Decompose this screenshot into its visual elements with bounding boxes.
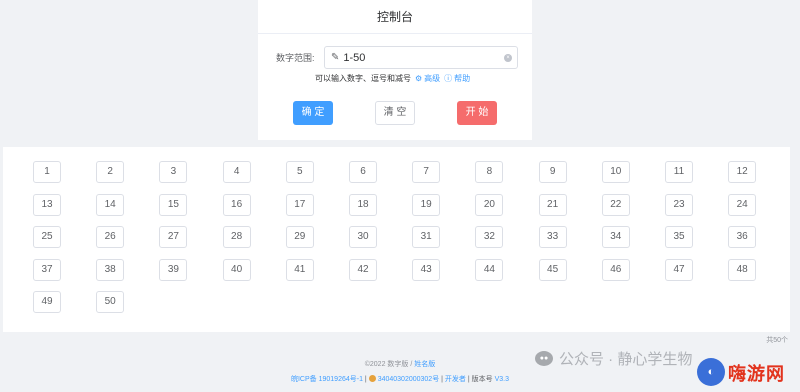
number-cell[interactable]: 38 <box>96 258 125 281</box>
number-cell[interactable]: 24 <box>728 193 757 216</box>
help-label: 帮助 <box>454 74 471 83</box>
watermark: ●● 公众号 · 静心学生物 <box>535 348 692 369</box>
help-link[interactable]: ⓘ 帮助 <box>444 73 470 84</box>
number-cell[interactable]: 11 <box>665 161 693 183</box>
name-version-link[interactable]: 姓名版 <box>414 361 435 368</box>
edit-icon: ✎ <box>331 52 340 63</box>
icp-link[interactable]: 皖ICP备 19019264号-1 <box>291 376 363 383</box>
number-cell[interactable]: 32 <box>475 226 504 249</box>
number-cell[interactable]: 33 <box>538 226 567 249</box>
number-cell[interactable]: 26 <box>96 226 125 249</box>
number-cell[interactable]: 8 <box>475 161 504 183</box>
start-button[interactable]: 开 始 <box>457 101 497 125</box>
number-cell[interactable]: 4 <box>222 161 251 183</box>
number-cell[interactable]: 39 <box>159 258 188 281</box>
number-cell[interactable]: 49 <box>33 291 61 314</box>
police-link[interactable]: 34040302000302号 <box>378 376 440 383</box>
police-badge-icon <box>368 375 376 382</box>
number-cell[interactable]: 35 <box>665 226 693 249</box>
wechat-icon: ●● <box>535 351 553 366</box>
number-cell[interactable]: 37 <box>33 258 61 281</box>
number-cell[interactable]: 23 <box>665 193 693 216</box>
number-cell[interactable]: 7 <box>412 161 441 183</box>
number-cell[interactable]: 44 <box>475 258 504 281</box>
input-hint: 可以输入数字、逗号和减号 ⚙ 高级 ⓘ 帮助 <box>315 73 470 84</box>
version-value: V3.3 <box>494 376 509 383</box>
developer-link[interactable]: 开发者 <box>445 376 466 383</box>
number-cell[interactable]: 50 <box>96 291 125 314</box>
number-cell[interactable]: 22 <box>601 193 630 216</box>
version-label: 版本号 <box>471 376 493 383</box>
number-cell[interactable]: 34 <box>601 226 630 249</box>
watermark-text: 公众号 · 静心学生物 <box>559 351 693 368</box>
copyright-text: ©2022 数字版 / <box>364 361 415 368</box>
number-cell[interactable]: 3 <box>159 161 188 183</box>
number-cell[interactable]: 20 <box>475 193 504 216</box>
number-cell[interactable]: 17 <box>285 193 314 216</box>
number-cell[interactable]: 21 <box>538 193 567 216</box>
number-cell[interactable]: 9 <box>538 161 567 183</box>
number-cell[interactable]: 45 <box>538 258 567 281</box>
number-cell[interactable]: 12 <box>728 161 757 183</box>
number-cell[interactable]: 16 <box>222 193 251 216</box>
number-cell[interactable]: 31 <box>412 226 441 249</box>
number-grid: 1 2 3 4 5 6 7 8 9 10 11 12 13 14 15 16 17 18 19 20 21 22 23 24 2… <box>3 147 790 332</box>
site-logo-icon: ◐ <box>697 358 725 386</box>
number-cell[interactable]: 14 <box>96 193 125 216</box>
control-panel: 控制台 数字范围: ✎ 1-50 × 可以输入数字、逗号和减号 ⚙ 高级 ⓘ 帮… <box>258 0 532 140</box>
range-label: 数字范围: <box>276 53 315 63</box>
footer-info: 皖ICP备 19019264号-1 | 34040302000302号 | 开发… <box>0 374 800 384</box>
number-cell[interactable]: 13 <box>33 193 61 216</box>
number-cell[interactable]: 40 <box>222 258 251 281</box>
number-cell[interactable]: 30 <box>349 226 377 249</box>
number-cell[interactable]: 27 <box>159 226 188 249</box>
number-cell[interactable]: 43 <box>412 258 441 281</box>
number-cell[interactable]: 19 <box>412 193 441 216</box>
number-cell[interactable]: 5 <box>285 161 314 183</box>
number-cell[interactable]: 42 <box>349 258 377 281</box>
number-cell[interactable]: 6 <box>349 161 377 183</box>
panel-title: 控制台 <box>258 0 532 34</box>
number-cell[interactable]: 18 <box>349 193 377 216</box>
range-input[interactable]: ✎ 1-50 × <box>324 46 518 69</box>
number-cell[interactable]: 10 <box>601 161 630 183</box>
number-cell[interactable]: 47 <box>665 258 693 281</box>
ok-button[interactable]: 确 定 <box>293 101 333 125</box>
number-cell[interactable]: 25 <box>33 226 61 249</box>
clear-button[interactable]: 清 空 <box>375 101 415 125</box>
number-cell[interactable]: 15 <box>159 193 188 216</box>
number-cell[interactable]: 46 <box>601 258 630 281</box>
advanced-link[interactable]: ⚙ 高级 <box>415 73 440 84</box>
number-cell[interactable]: 36 <box>728 226 757 249</box>
site-logo-text: 嗨游网 <box>728 364 785 384</box>
separator: | <box>362 376 369 383</box>
number-cell[interactable]: 29 <box>285 226 314 249</box>
gear-icon: ⚙ <box>415 74 423 83</box>
number-cell[interactable]: 48 <box>728 258 757 281</box>
number-cell[interactable]: 2 <box>96 161 125 183</box>
number-cell[interactable]: 1 <box>33 161 61 183</box>
hint-text: 可以输入数字、逗号和减号 <box>315 74 411 83</box>
total-count: 共50个 <box>766 337 788 344</box>
number-cell[interactable]: 41 <box>285 258 314 281</box>
range-row: 数字范围: ✎ 1-50 × <box>276 46 518 69</box>
range-value: 1-50 <box>343 51 366 64</box>
advanced-label: 高级 <box>424 74 441 83</box>
number-cell[interactable]: 28 <box>222 226 251 249</box>
clear-input-icon[interactable]: × <box>504 54 512 62</box>
help-icon: ⓘ <box>444 74 453 83</box>
